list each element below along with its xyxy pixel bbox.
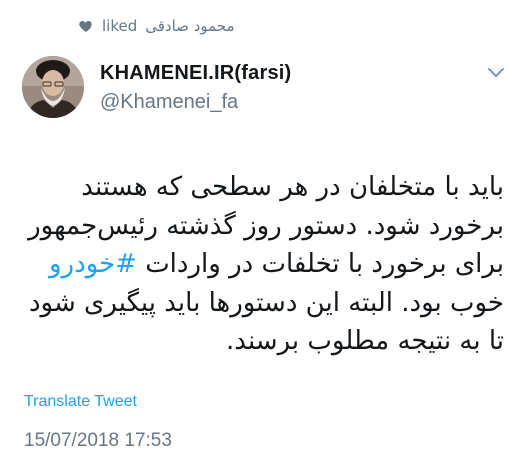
hashtag-link[interactable]: #خودرو	[49, 249, 137, 279]
chevron-down-icon[interactable]	[486, 66, 506, 80]
avatar-image	[22, 56, 84, 118]
tweet-header: KHAMENEI.IR(farsi) @Khamenei_fa	[22, 56, 506, 136]
tweet-timestamp[interactable]: 15/07/2018 17:53	[24, 430, 172, 452]
display-name[interactable]: KHAMENEI.IR(farsi)	[100, 62, 291, 85]
handle[interactable]: @Khamenei_fa	[100, 91, 291, 114]
liked-banner: liked محمود صادقی	[78, 17, 235, 35]
liked-user[interactable]: محمود صادقی	[145, 17, 234, 35]
tweet-text: باید با متخلفان در هر سطحی که هستند برخو…	[22, 168, 504, 361]
tweet-line: برای برخورد با تخلفات در واردات	[145, 249, 504, 279]
avatar[interactable]	[22, 56, 84, 118]
translate-tweet-link[interactable]: Translate Tweet	[24, 393, 137, 411]
author-block: KHAMENEI.IR(farsi) @Khamenei_fa	[100, 62, 291, 114]
tweet-line: برخورد شود. دستور روز گذشته رئیس‌جمهور	[28, 210, 504, 241]
tweet-line: باید با متخلفان در هر سطحی که هستند	[81, 172, 504, 202]
tweet-line: خوب بود. البته این دستورها باید پیگیری ش…	[28, 287, 504, 318]
tweet-line: تا به نتیجه مطلوب برسند.	[226, 326, 504, 356]
heart-icon	[79, 21, 92, 32]
liked-action: liked	[102, 17, 138, 35]
tweet-line-with-hashtag: برای برخورد با تخلفات در واردات #خودرو	[22, 245, 504, 284]
